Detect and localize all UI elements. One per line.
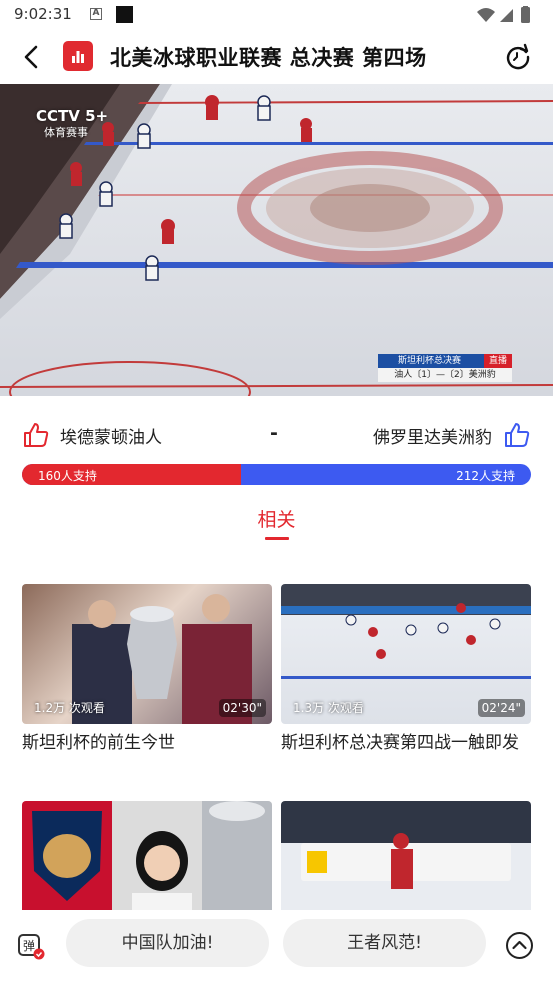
score-line: 油人〔1〕—〔2〕美洲豹 (378, 368, 512, 382)
support-left-count: 160人支持 (38, 469, 97, 483)
support-right-count: 212人支持 (456, 469, 515, 483)
score-overlay: 斯坦利杯总决赛 直播 油人〔1〕—〔2〕美洲豹 (378, 354, 512, 382)
thumb-up-icon[interactable] (503, 421, 531, 449)
team-right-name: 佛罗里达美洲豹 (373, 428, 492, 448)
tab-related[interactable]: 相关 (0, 505, 553, 532)
team-left-name: 埃德蒙顿油人 (60, 428, 162, 448)
preset-comment-chip[interactable]: 王者风范! (283, 919, 486, 967)
score-title-text: 斯坦利杯总决赛 (398, 356, 462, 366)
status-bar: 9:02:31 A (0, 0, 553, 30)
comment-bar: 弹 中国队加油! 王者风范! (0, 910, 553, 984)
notification-square-icon (116, 6, 133, 23)
channel-logo: CCTV 5+ (36, 107, 109, 125)
thumb-up-icon[interactable] (22, 421, 50, 449)
video-thumbnail: 1.3万 次观看 02'24" (281, 584, 531, 724)
tab-indicator (265, 537, 289, 540)
channel-subtitle: 体育赛事 (44, 126, 88, 139)
card-title: 斯坦利杯的前生今世 (22, 733, 175, 753)
vs-separator: - (270, 422, 278, 444)
team-vote-row: 埃德蒙顿油人 - 佛罗里达美洲豹 (0, 412, 553, 458)
refresh-icon[interactable] (504, 43, 532, 71)
support-bar: 160人支持 212人支持 (22, 464, 531, 485)
page-title: 北美冰球职业联赛 总决赛 第四场 (110, 46, 427, 70)
svg-text:弹: 弹 (23, 939, 35, 953)
scroll-up-icon[interactable] (505, 931, 534, 960)
video-player[interactable]: CCTV 5+ 体育赛事 斯坦利杯总决赛 直播 油人〔1〕—〔2〕美洲豹 (0, 84, 553, 396)
status-indicators-icon (477, 6, 530, 23)
score-title: 斯坦利杯总决赛 直播 (378, 354, 512, 368)
status-time: 9:02:31 (14, 5, 72, 23)
app-logo-icon (63, 41, 93, 71)
preset-comment-chip[interactable]: 中国队加油! (66, 919, 269, 967)
card-duration: 02'24" (477, 699, 525, 717)
card-views: 1.2万 次观看 (34, 701, 105, 715)
danmu-icon[interactable]: 弹 (17, 932, 45, 960)
back-arrow-icon[interactable] (18, 43, 46, 71)
notification-a-icon: A (90, 8, 102, 20)
card-duration: 02'30" (218, 699, 266, 717)
live-badge: 直播 (483, 354, 512, 368)
video-thumbnail: 1.2万 次观看 02'30" (22, 584, 272, 724)
title-bar: 北美冰球职业联赛 总决赛 第四场 (0, 30, 553, 84)
card-title: 斯坦利杯总决赛第四战一触即发 (281, 733, 519, 753)
card-views: 1.3万 次观看 (293, 701, 364, 715)
